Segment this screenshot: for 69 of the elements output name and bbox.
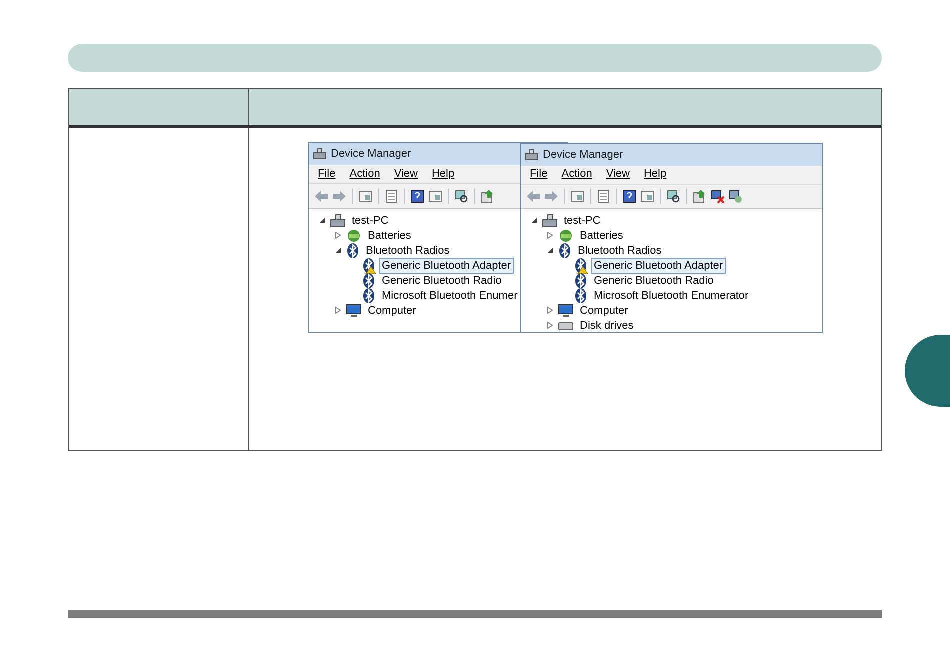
monitor-scan-icon[interactable] xyxy=(666,188,681,204)
collapse-triangle-icon[interactable] xyxy=(318,217,326,224)
tree-item[interactable]: Generic Bluetooth Adapter xyxy=(591,258,726,274)
monitor-icon xyxy=(558,304,574,318)
tree-item[interactable]: Batteries xyxy=(577,228,626,244)
document-icon[interactable] xyxy=(596,188,611,204)
tree-item[interactable]: test-PC xyxy=(349,212,392,228)
forward-arrow-icon[interactable] xyxy=(544,188,559,204)
menu-item[interactable]: Action xyxy=(350,166,380,182)
computer-icon xyxy=(313,148,327,160)
panel-icon[interactable] xyxy=(428,188,443,204)
menu-item[interactable]: File xyxy=(530,166,548,183)
back-arrow-icon[interactable] xyxy=(526,188,541,204)
help-icon[interactable] xyxy=(410,188,425,204)
bluetooth-warning-icon xyxy=(574,258,588,274)
bluetooth-warning-icon xyxy=(362,258,376,274)
tree-item[interactable]: Computer xyxy=(577,302,632,319)
bluetooth-icon xyxy=(574,272,588,289)
remove-device-icon[interactable] xyxy=(710,188,725,204)
help-icon[interactable] xyxy=(622,188,637,204)
panel-icon[interactable] xyxy=(358,188,373,204)
bluetooth-icon xyxy=(558,242,572,259)
tree-item[interactable]: Microsoft Bluetooth Enumerator xyxy=(591,288,752,304)
tree-item[interactable]: test-PC xyxy=(561,212,604,229)
collapse-triangle-icon[interactable] xyxy=(530,217,538,224)
collapse-triangle-icon[interactable] xyxy=(546,247,554,254)
update-driver-icon[interactable] xyxy=(480,188,495,204)
tree-item[interactable]: Generic Bluetooth Adapter xyxy=(379,258,514,274)
disk-drive-icon xyxy=(558,320,574,332)
window-title: Device Manager xyxy=(543,148,624,163)
tree-item[interactable]: Bluetooth Radios xyxy=(575,242,665,259)
expand-triangle-icon[interactable] xyxy=(546,307,554,314)
menu-item[interactable]: View xyxy=(606,166,630,183)
expand-triangle-icon[interactable] xyxy=(546,322,554,330)
bluetooth-icon xyxy=(362,288,376,304)
expand-triangle-icon[interactable] xyxy=(334,232,342,239)
bluetooth-icon xyxy=(346,242,360,258)
collapse-triangle-icon[interactable] xyxy=(334,247,342,254)
window-title: Device Manager xyxy=(331,146,412,162)
menu-item[interactable]: File xyxy=(318,166,336,182)
menu-item[interactable]: Help xyxy=(432,166,455,182)
tree-item[interactable]: Batteries xyxy=(365,228,414,244)
tree-item[interactable]: Computer xyxy=(365,302,420,318)
computer-icon xyxy=(525,148,539,161)
panel-icon[interactable] xyxy=(640,188,655,204)
expand-triangle-icon[interactable] xyxy=(546,232,554,240)
tree-item[interactable]: Generic Bluetooth Radio xyxy=(591,272,717,289)
menu-item[interactable]: Action xyxy=(562,166,592,183)
tree-item[interactable]: Microsoft Bluetooth Enumer xyxy=(379,288,521,304)
menu-item[interactable]: Help xyxy=(644,166,667,183)
back-arrow-icon[interactable] xyxy=(314,188,329,204)
computer-icon xyxy=(330,214,346,228)
battery-icon xyxy=(346,228,362,242)
tree-item[interactable]: Generic Bluetooth Radio xyxy=(379,272,505,288)
menu-item[interactable]: View xyxy=(394,166,418,182)
battery-icon xyxy=(558,228,574,243)
enable-device-icon[interactable] xyxy=(728,188,743,204)
panel-icon[interactable] xyxy=(570,188,585,204)
bluetooth-icon xyxy=(574,288,588,304)
monitor-scan-icon[interactable] xyxy=(454,188,469,204)
bluetooth-icon xyxy=(362,272,376,288)
forward-arrow-icon[interactable] xyxy=(332,188,347,204)
expand-triangle-icon[interactable] xyxy=(334,307,342,314)
update-driver-icon[interactable] xyxy=(692,188,707,204)
tree-item[interactable]: Disk drives xyxy=(577,318,637,332)
monitor-icon xyxy=(346,304,362,318)
computer-icon xyxy=(542,214,558,228)
document-icon[interactable] xyxy=(384,188,399,204)
tree-item[interactable]: Bluetooth Radios xyxy=(363,242,453,258)
